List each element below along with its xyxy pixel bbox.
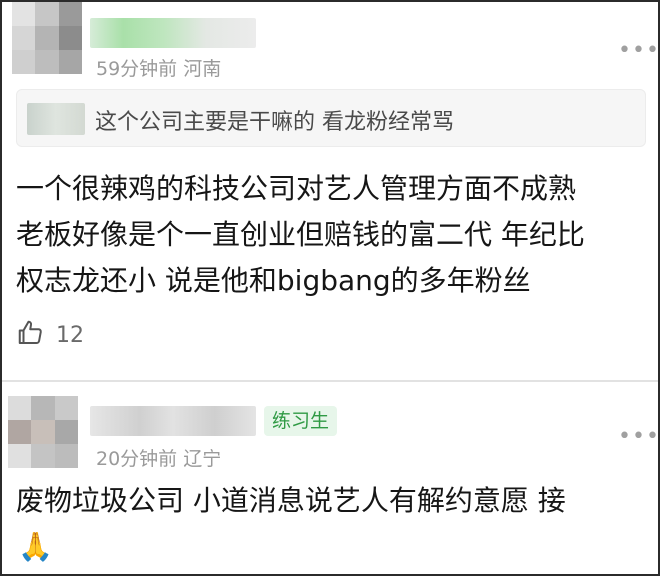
username-blurred[interactable]	[90, 18, 256, 48]
comment-body-line: 一个很辣鸡的科技公司对艺人管理方面不成熟	[16, 172, 577, 205]
level-badge: 练习生	[264, 406, 338, 436]
comment-time: 20分钟前	[96, 448, 178, 470]
more-icon[interactable]: •••	[618, 426, 660, 448]
comment-meta: 20分钟前 辽宁	[96, 444, 221, 471]
avatar[interactable]	[8, 396, 78, 468]
comment-meta: 59分钟前 河南	[96, 54, 221, 81]
thumbs-up-icon	[16, 318, 46, 352]
comment-location: 河南	[183, 58, 222, 80]
comment-time: 59分钟前	[96, 58, 178, 80]
like-count: 12	[56, 322, 84, 348]
comment-body-line: 废物垃圾公司 小道消息说艺人有解约意愿 接	[16, 484, 566, 517]
comment-body-line: 权志龙还小 说是他和bigbang的多年粉丝	[16, 264, 531, 297]
like-button[interactable]: 12	[16, 318, 84, 352]
comment-card: 59分钟前 河南 ••• 这个公司主要是干嘛的 看龙粉经常骂 一个很辣鸡的科技公…	[2, 2, 660, 378]
comment-location: 辽宁	[183, 448, 222, 470]
quoted-reply[interactable]: 这个公司主要是干嘛的 看龙粉经常骂	[16, 89, 646, 147]
quoted-username-blurred	[27, 103, 85, 135]
username-blurred[interactable]	[90, 406, 256, 436]
pray-emoji: 🙏	[18, 530, 53, 563]
comment-body-line: 老板好像是个一直创业但赔钱的富二代 年纪比	[16, 218, 585, 251]
comment-card: 练习生 20分钟前 辽宁 ••• 废物垃圾公司 小道消息说艺人有解约意愿 接 🙏	[2, 380, 660, 574]
avatar[interactable]	[12, 2, 82, 74]
quoted-text: 这个公司主要是干嘛的 看龙粉经常骂	[95, 110, 454, 135]
more-icon[interactable]: •••	[618, 40, 660, 62]
